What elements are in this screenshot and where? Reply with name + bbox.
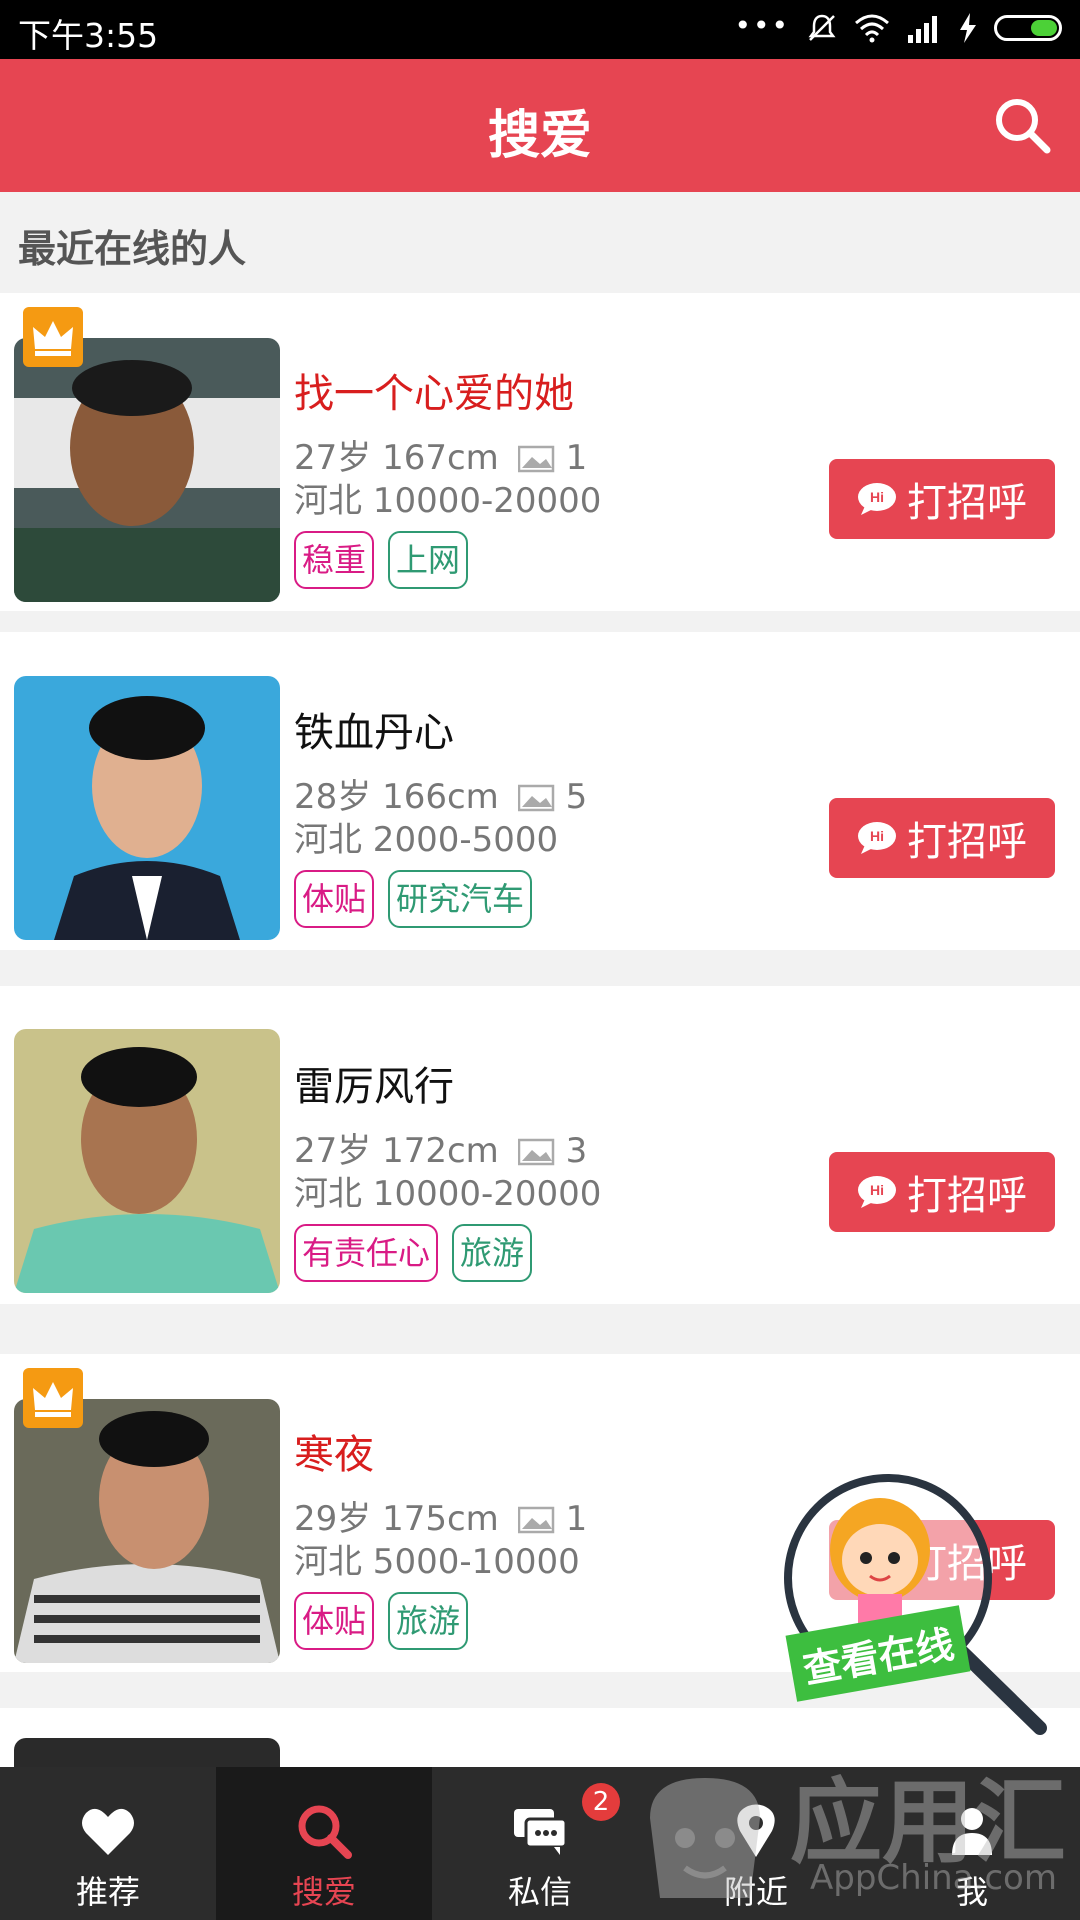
search-icon: [298, 1805, 352, 1859]
avatar[interactable]: [14, 1738, 280, 1767]
photo-icon: [517, 1138, 554, 1166]
avatar[interactable]: [14, 338, 280, 602]
say-hi-label: 打招呼: [907, 480, 1027, 526]
profile-stats: 27岁 172cm 3: [294, 1123, 587, 1172]
status-icons: •••: [734, 8, 1062, 44]
profile-location: 河北 2000-5000: [294, 820, 559, 860]
photo-count: 3: [565, 1131, 588, 1171]
tag: 旅游: [452, 1224, 533, 1282]
nav-label: 私信: [507, 1873, 572, 1911]
photo-icon: [517, 445, 554, 473]
appchina-watermark: 应用汇 AppChina.com: [630, 1738, 1070, 1918]
photo-count: 5: [565, 777, 588, 817]
message-count-badge: 2: [582, 1783, 620, 1821]
tag-list: 体贴 研究汽车: [294, 870, 533, 928]
active-indicator-icon: [312, 1767, 336, 1779]
tag-list: 体贴 旅游: [294, 1592, 469, 1650]
avatar[interactable]: [14, 1399, 280, 1663]
nav-label: 推荐: [75, 1873, 140, 1911]
tag: 旅游: [388, 1592, 469, 1650]
photo-icon: [517, 1506, 554, 1534]
vip-crown-icon: [23, 307, 83, 367]
tag-list: 有责任心 旅游: [294, 1224, 533, 1282]
status-time: 下午3:55: [18, 16, 159, 55]
vip-crown-icon: [23, 1368, 83, 1428]
profile-name[interactable]: 铁血丹心: [294, 700, 454, 758]
tag: 稳重: [294, 531, 375, 589]
say-hi-button[interactable]: Hi 打招呼: [829, 459, 1055, 539]
tag: 体贴: [294, 870, 375, 928]
profile-age: 27岁: [294, 1131, 372, 1171]
section-title: 最近在线的人: [18, 227, 247, 271]
avatar[interactable]: [14, 1029, 280, 1293]
more-dots-icon: •••: [734, 8, 790, 42]
profile-card[interactable]: 雷厉风行 27岁 172cm 3 河北 10000-20000 有责任心 旅游 …: [0, 986, 1080, 1304]
view-online-widget[interactable]: 查看在线: [770, 1460, 1070, 1740]
charging-icon: [960, 13, 976, 43]
photo-count: 1: [565, 1499, 588, 1539]
say-hi-button[interactable]: Hi 打招呼: [829, 1152, 1055, 1232]
photo-icon: [517, 784, 554, 812]
heart-icon: [82, 1808, 134, 1855]
profile-location: 河北 10000-20000: [294, 481, 602, 521]
profile-card[interactable]: 找一个心爱的她 27岁 167cm 1 河北 10000-20000 稳重 上网…: [0, 293, 1080, 611]
tag: 有责任心: [294, 1224, 439, 1282]
profile-age: 27岁: [294, 438, 372, 478]
tag: 研究汽车: [388, 870, 533, 928]
svg-text:Hi: Hi: [870, 1182, 884, 1198]
wifi-icon: [855, 14, 889, 43]
profile-height: 167cm: [382, 438, 499, 478]
profile-height: 172cm: [382, 1131, 499, 1171]
avatar[interactable]: [14, 676, 280, 940]
hi-bubble-icon: Hi: [858, 822, 896, 854]
watermark-logo-icon: [650, 1778, 760, 1898]
svg-text:Hi: Hi: [870, 489, 884, 505]
status-bar: 下午3:55 •••: [0, 0, 1080, 59]
profile-stats: 27岁 167cm 1: [294, 430, 587, 479]
tag: 体贴: [294, 1592, 375, 1650]
say-hi-label: 打招呼: [907, 819, 1027, 865]
nav-label: 搜爱: [291, 1873, 356, 1911]
chat-icon: [514, 1809, 568, 1855]
watermark-subtext: AppChina.com: [810, 1858, 1057, 1898]
photo-count: 1: [565, 438, 588, 478]
profile-age: 29岁: [294, 1499, 372, 1539]
profile-location: 河北 10000-20000: [294, 1174, 602, 1214]
profile-name[interactable]: 雷厉风行: [294, 1054, 454, 1112]
profile-location: 河北 5000-10000: [294, 1542, 580, 1582]
profile-name[interactable]: 寒夜: [294, 1422, 374, 1480]
battery-icon: [994, 15, 1062, 41]
profile-stats: 28岁 166cm 5: [294, 769, 587, 818]
mute-icon: [808, 14, 836, 41]
nav-item-search[interactable]: 搜爱: [216, 1767, 432, 1920]
say-hi-button[interactable]: Hi 打招呼: [829, 798, 1055, 878]
profile-name[interactable]: 找一个心爱的她: [294, 361, 574, 419]
nav-item-recommend[interactable]: 推荐: [0, 1767, 216, 1920]
hi-bubble-icon: Hi: [858, 483, 896, 515]
page-title: 搜爱: [487, 106, 592, 166]
search-icon[interactable]: [992, 95, 1052, 155]
profile-age: 28岁: [294, 777, 372, 817]
signal-icon: [908, 16, 937, 43]
app-header: 搜爱: [0, 59, 1080, 192]
profile-stats: 29岁 175cm 1: [294, 1491, 587, 1540]
profile-height: 175cm: [382, 1499, 499, 1539]
profile-card[interactable]: 铁血丹心 28岁 166cm 5 河北 2000-5000 体贴 研究汽车 Hi…: [0, 632, 1080, 950]
profile-height: 166cm: [382, 777, 499, 817]
svg-text:Hi: Hi: [870, 828, 884, 844]
tag-list: 稳重 上网: [294, 531, 469, 589]
say-hi-label: 打招呼: [907, 1173, 1027, 1219]
tag: 上网: [388, 531, 469, 589]
hi-bubble-icon: Hi: [858, 1176, 896, 1208]
